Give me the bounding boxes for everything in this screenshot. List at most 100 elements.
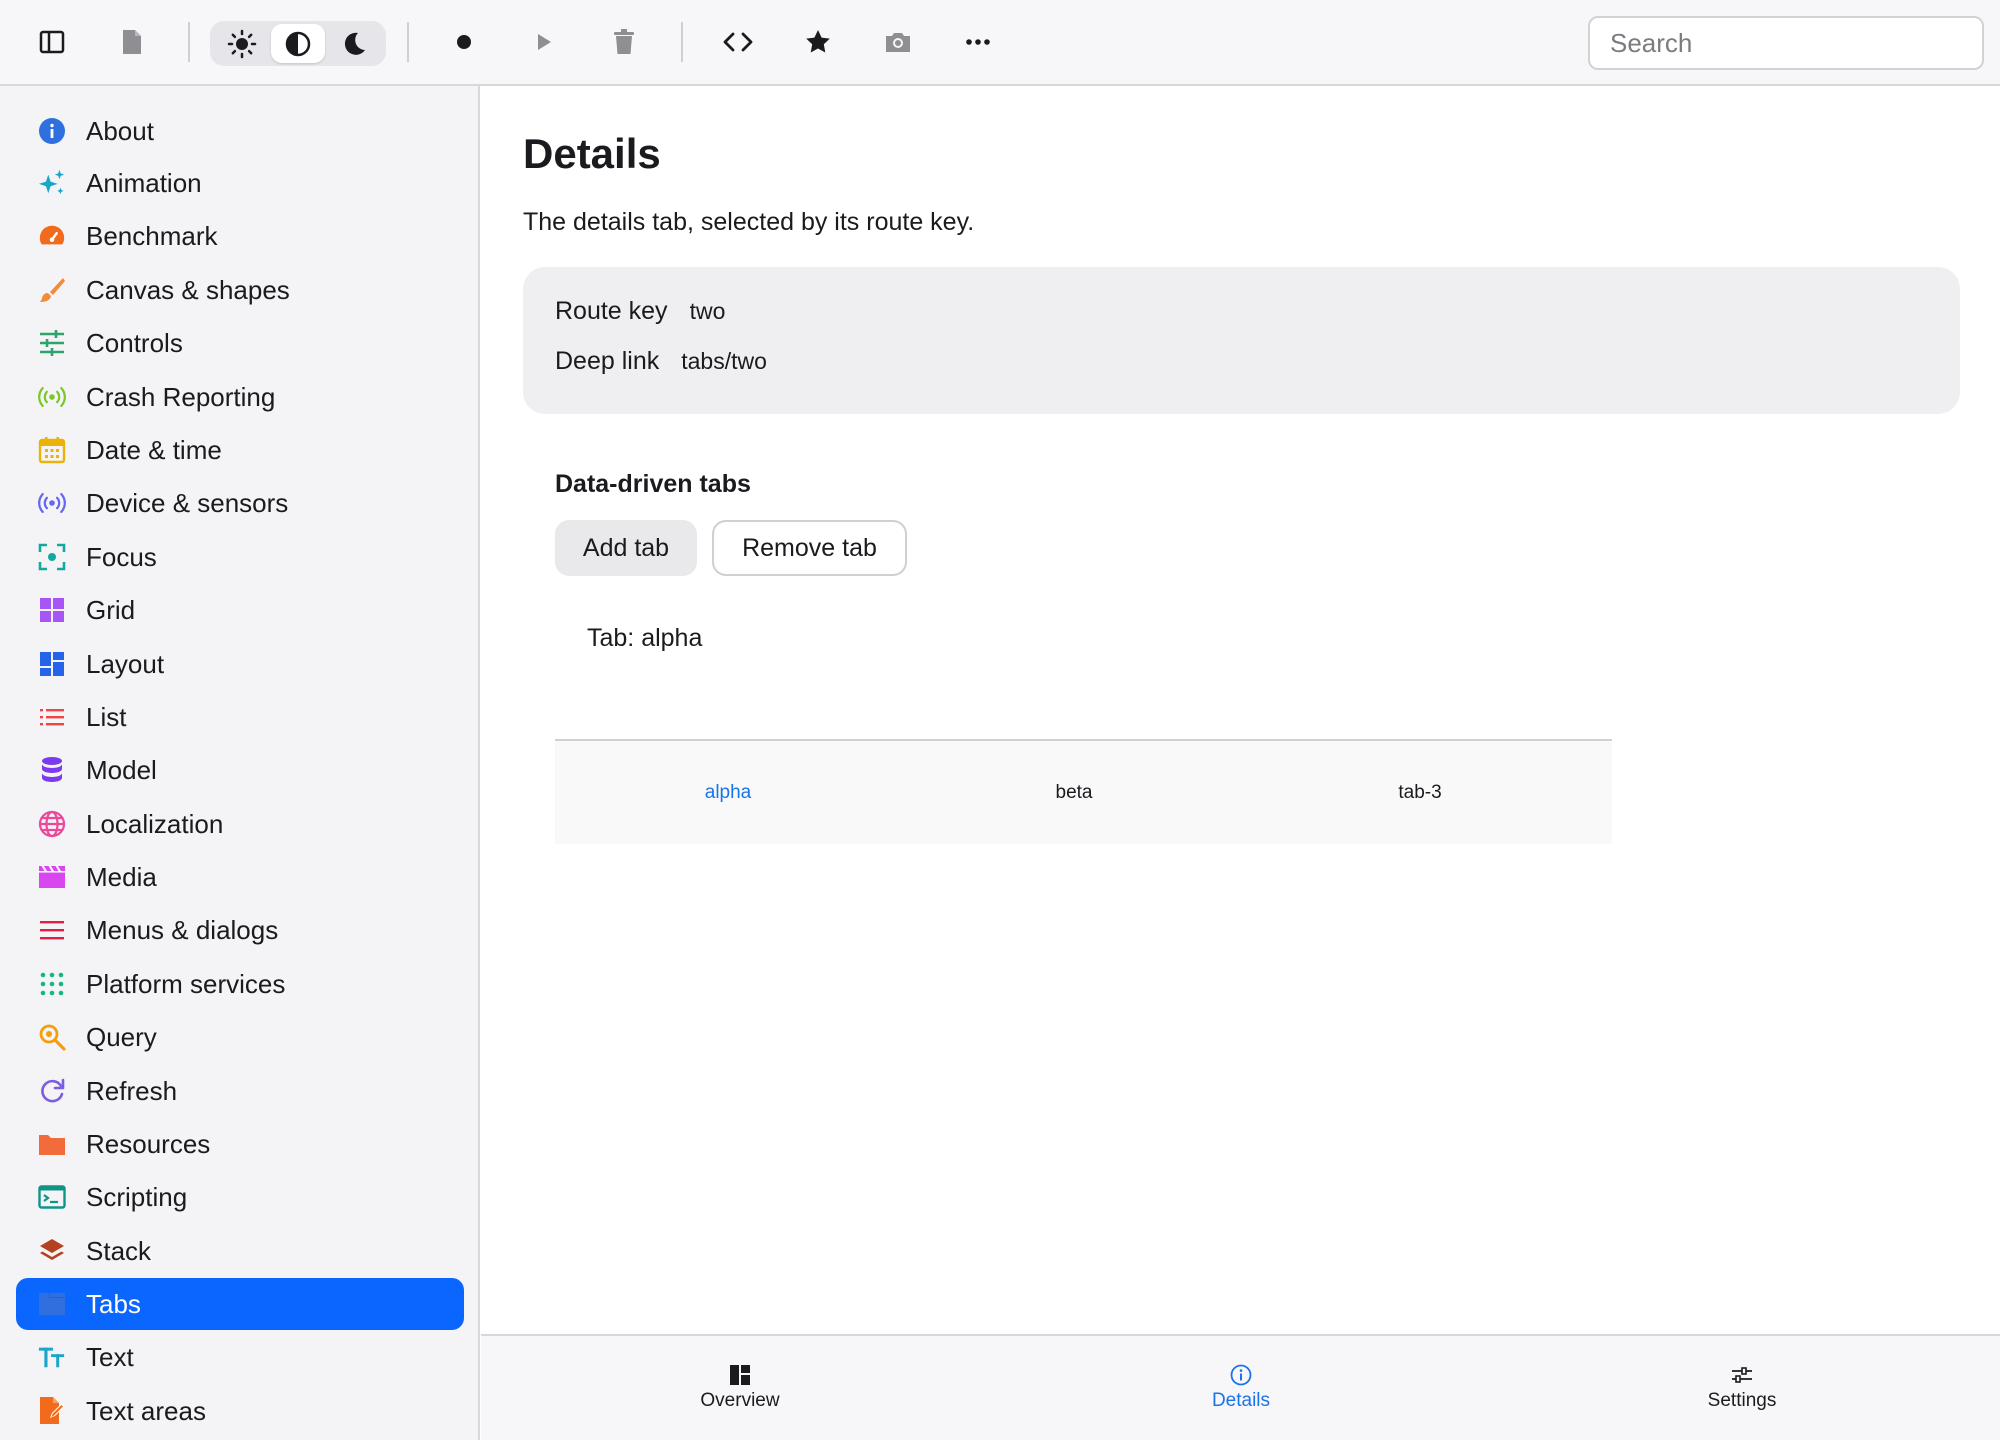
page-description: The details tab, selected by its route k…	[523, 208, 975, 236]
sidebar-item-label: Stack	[86, 1235, 152, 1266]
more-icon	[966, 39, 990, 45]
sidebar-toggle-button[interactable]	[28, 18, 76, 66]
sidebar-item-tabs[interactable]: Tabs	[16, 1278, 464, 1330]
main-content: Details The details tab, selected by its…	[481, 86, 2000, 1334]
document-button[interactable]	[108, 18, 156, 66]
sidebar-item-label: Platform services	[86, 968, 286, 999]
sidebar-item-label: Text	[86, 1341, 134, 1372]
sidebar-item-text[interactable]: Text	[16, 1331, 464, 1383]
auto-theme-button[interactable]	[271, 24, 325, 63]
sidebar-item-date-time[interactable]: Date & time	[16, 424, 464, 476]
sidebar-item-label: Layout	[86, 648, 165, 679]
sidebar-item-label: Focus	[86, 541, 157, 572]
layout-icon	[38, 650, 66, 678]
contrast-icon	[285, 31, 311, 56]
route-key-value: two	[689, 298, 726, 324]
record-button[interactable]	[440, 18, 488, 66]
sidebar-item-label: Query	[86, 1021, 157, 1052]
bottom-tab-overview[interactable]: Overview	[490, 1336, 990, 1440]
code-icon	[723, 32, 753, 52]
play-button[interactable]	[520, 18, 568, 66]
sidebar-item-localization[interactable]: Localization	[16, 798, 464, 850]
layers-icon	[38, 1237, 66, 1265]
sidebar-item-model[interactable]: Model	[16, 744, 464, 796]
terminal-icon	[38, 1183, 66, 1211]
toolbar	[0, 0, 2000, 86]
sidebar-item-platform-services[interactable]: Platform services	[16, 958, 464, 1010]
sidebar-item-label: Tabs	[86, 1288, 141, 1319]
focus-icon	[38, 543, 66, 571]
brush-icon	[38, 276, 66, 304]
sidebar-item-benchmark[interactable]: Benchmark	[16, 210, 464, 262]
grid-icon	[38, 596, 66, 624]
document-icon	[123, 30, 141, 54]
sidebar-item-label: Canvas & shapes	[86, 274, 290, 305]
light-theme-button[interactable]	[215, 24, 269, 63]
remove-tab-button[interactable]: Remove tab	[712, 520, 907, 576]
toolbar-divider	[188, 22, 190, 62]
sidebar-item-device-sensors[interactable]: Device & sensors	[16, 477, 464, 529]
route-info-card: Route key two Deep link tabs/two	[523, 267, 1960, 414]
sidebar-item-query[interactable]: Query	[16, 1011, 464, 1063]
database-icon	[38, 756, 66, 784]
sidebar-item-stack[interactable]: Stack	[16, 1225, 464, 1277]
folder-icon	[38, 1130, 66, 1158]
sidebar-item-label: Grid	[86, 594, 136, 625]
sidebar-item-refresh[interactable]: Refresh	[16, 1065, 464, 1117]
search-icon	[38, 1023, 66, 1051]
deep-link-row: Deep link tabs/two	[555, 347, 767, 376]
broadcast-icon	[38, 383, 66, 411]
sidebar-item-focus[interactable]: Focus	[16, 531, 464, 583]
bottom-tab-settings[interactable]: Settings	[1492, 1336, 1992, 1440]
sidebar-item-layout[interactable]: Layout	[16, 638, 464, 690]
sidebar-item-canvas-shapes[interactable]: Canvas & shapes	[16, 264, 464, 316]
menu-icon	[38, 916, 66, 944]
toolbar-divider	[407, 22, 409, 62]
sidebar-item-media[interactable]: Media	[16, 851, 464, 903]
dashboard-icon	[729, 1364, 751, 1386]
sidebar-item-about[interactable]: About	[16, 105, 464, 157]
sidebar-item-label: About	[86, 115, 154, 146]
clapperboard-icon	[38, 863, 66, 891]
more-button[interactable]	[954, 18, 1002, 66]
bottom-tab-details[interactable]: Details	[991, 1336, 1491, 1440]
search-input[interactable]	[1588, 16, 1984, 70]
sidebar-item-crash-reporting[interactable]: Crash Reporting	[16, 371, 464, 423]
tabs-icon	[38, 1290, 66, 1318]
info-icon	[38, 117, 66, 145]
route-key-row: Route key two	[555, 297, 725, 326]
record-icon	[457, 35, 471, 49]
sensor-icon	[38, 489, 66, 517]
trash-icon	[614, 29, 634, 54]
tab-beta[interactable]: beta	[901, 741, 1247, 844]
data-driven-tab-bar: alpha beta tab-3	[555, 739, 1612, 844]
moon-icon	[344, 32, 365, 55]
sidebar-item-list[interactable]: List	[16, 691, 464, 743]
screenshot-button[interactable]	[874, 18, 922, 66]
sidebar-item-text-areas[interactable]: Text areas	[16, 1385, 464, 1437]
info-icon	[1230, 1364, 1252, 1386]
code-button[interactable]	[714, 18, 762, 66]
dark-theme-button[interactable]	[327, 24, 381, 63]
sidebar-item-scripting[interactable]: Scripting	[16, 1171, 464, 1223]
globe-icon	[38, 810, 66, 838]
dots-grid-icon	[38, 970, 66, 998]
tab-alpha[interactable]: alpha	[555, 741, 901, 844]
sidebar-item-label: Device & sensors	[86, 487, 289, 518]
sidebar-item-resources[interactable]: Resources	[16, 1118, 464, 1170]
sidebar-item-grid[interactable]: Grid	[16, 584, 464, 636]
sidebar-item-animation[interactable]: Animation	[16, 157, 464, 209]
sidebar-item-controls[interactable]: Controls	[16, 317, 464, 369]
sliders-icon	[38, 329, 66, 357]
settings-sliders-icon	[1731, 1364, 1753, 1386]
sparkles-icon	[38, 169, 66, 197]
refresh-icon	[38, 1077, 66, 1105]
delete-button[interactable]	[600, 18, 648, 66]
add-tab-button[interactable]: Add tab	[555, 520, 697, 576]
sidebar-item-menus-dialogs[interactable]: Menus & dialogs	[16, 904, 464, 956]
favorite-button[interactable]	[794, 18, 842, 66]
tab-tab-3[interactable]: tab-3	[1247, 741, 1593, 844]
camera-icon	[886, 33, 910, 52]
sidebar-item-label: Controls	[86, 327, 183, 358]
sidebar: About Animation Benchmark Canvas & shape…	[0, 86, 480, 1440]
